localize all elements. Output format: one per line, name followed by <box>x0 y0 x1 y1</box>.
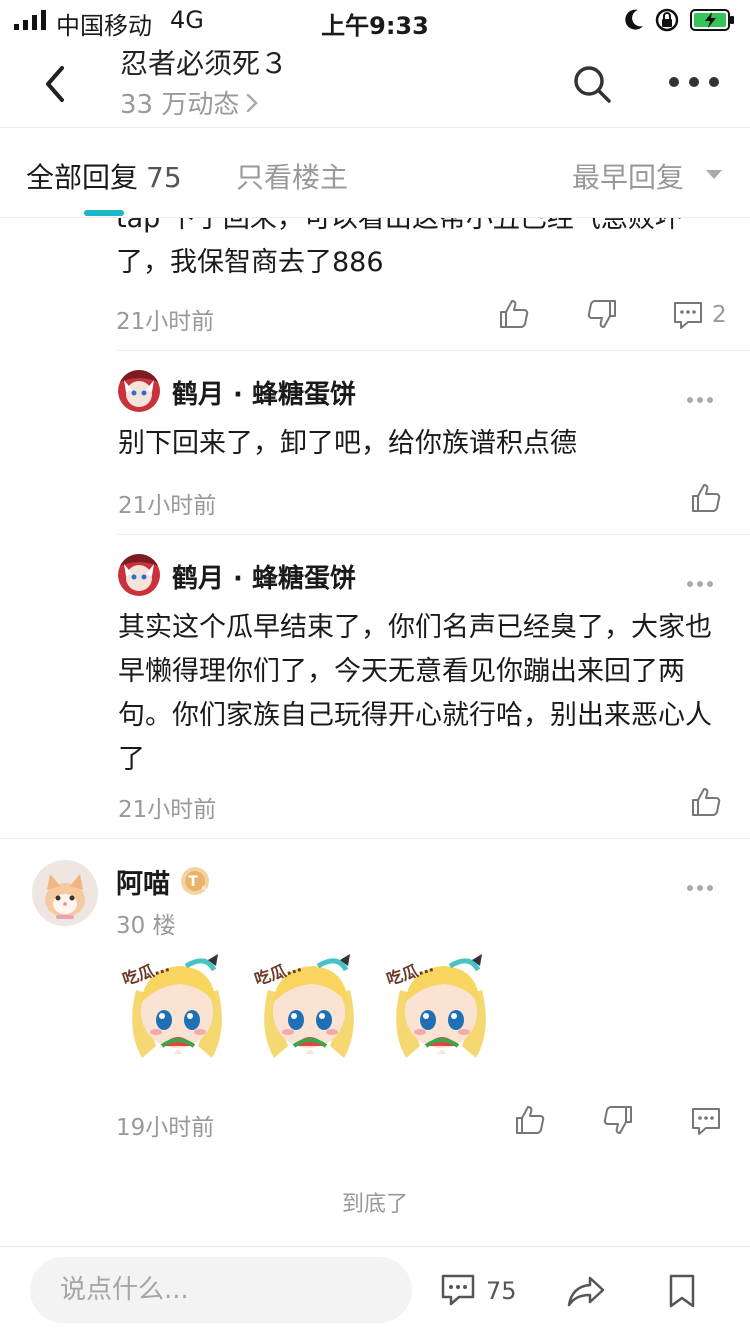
dislike-icon[interactable] <box>602 1104 634 1136</box>
badge-level: 5 <box>201 886 207 896</box>
tab-all-count: 75 <box>146 161 182 194</box>
sub-reply-time: 21小时前 <box>118 493 217 519</box>
more-icon[interactable] <box>668 70 720 94</box>
comment-count: 75 <box>486 1277 517 1305</box>
page-title: 忍者必须死３ <box>120 47 289 80</box>
reply-input[interactable]: 说点什么... <box>30 1257 412 1323</box>
search-icon[interactable] <box>572 64 612 104</box>
sub-reply-text: 别下回来了，卸了吧，给你族谱积点德 <box>118 428 577 459</box>
bottom-action-bar: 说点什么... 75 <box>0 1246 750 1334</box>
comment-icon[interactable] <box>440 1273 476 1307</box>
tab-active-indicator <box>84 210 124 216</box>
bookmark-icon[interactable] <box>668 1273 696 1309</box>
floor-number: 30 楼 <box>116 913 176 939</box>
comment-icon[interactable] <box>672 300 704 330</box>
like-icon[interactable] <box>514 1104 546 1136</box>
chevron-right-icon <box>247 93 259 112</box>
avatar-image <box>32 860 98 926</box>
avatar-image <box>118 370 160 412</box>
comment-icon[interactable] <box>690 1106 722 1136</box>
badge-letter: T <box>188 874 198 890</box>
sub-reply-username[interactable]: 鹤月 · 蜂糖蛋饼 <box>172 374 356 411</box>
more-icon[interactable] <box>686 884 714 892</box>
tab-op-only[interactable]: 只看楼主 <box>236 156 348 196</box>
divider <box>0 838 750 839</box>
tab-all-label: 全部回复 <box>26 161 139 194</box>
like-icon[interactable] <box>498 298 530 330</box>
divider <box>116 534 750 535</box>
sticker-image[interactable]: 吃瓜… <box>248 950 370 1076</box>
dislike-icon[interactable] <box>586 298 618 330</box>
comment-count: 2 <box>712 302 727 328</box>
status-bar: 中国移动 4G 上午9:33 <box>0 0 750 40</box>
dynamics-link[interactable]: 33 万动态 <box>120 84 259 121</box>
sub-reply-username[interactable]: 鹤月 · 蜂糖蛋饼 <box>172 558 356 595</box>
moon-icon <box>625 9 643 30</box>
back-icon[interactable] <box>36 62 76 106</box>
reply-time: 21小时前 <box>116 309 215 335</box>
sticker-image[interactable]: 吃瓜… <box>116 950 238 1076</box>
avatar-image <box>118 554 160 596</box>
divider <box>116 350 750 351</box>
sub-reply-time: 21小时前 <box>118 797 217 823</box>
like-icon[interactable] <box>690 786 722 818</box>
post-username[interactable]: 阿喵 <box>116 862 170 901</box>
post-time: 19小时前 <box>116 1115 215 1141</box>
sticker-image[interactable]: 吃瓜… <box>380 950 502 1076</box>
level-badge-icon: T 5 <box>181 867 209 896</box>
battery-icon <box>690 9 734 31</box>
avatar[interactable] <box>118 370 160 412</box>
reply-list[interactable]: tap 下了回来，可以看出这帮小丑已经气急败坏 了，我保智商去了886 21小时… <box>0 218 750 1246</box>
avatar[interactable] <box>32 860 98 926</box>
like-icon[interactable] <box>690 482 722 514</box>
avatar[interactable] <box>118 554 160 596</box>
more-icon[interactable] <box>686 396 714 404</box>
sort-dropdown[interactable]: 最早回复 <box>572 156 684 196</box>
share-icon[interactable] <box>566 1275 606 1307</box>
nav-header: 忍者必须死３ 33 万动态 <box>0 40 750 128</box>
reply-text-partial: tap 下了回来，可以看出这帮小丑已经气急败坏 <box>116 218 682 234</box>
reply-tabs: 全部回复 75 只看楼主 最早回复 <box>0 128 750 218</box>
end-of-list-label: 到底了 <box>341 1192 408 1217</box>
more-icon[interactable] <box>686 580 714 588</box>
sub-reply-text: 其实这个瓜早结束了，你们名声已经臭了，大家也早懒得理你们了，今天无意看见你蹦出来… <box>118 612 712 775</box>
tab-all-replies[interactable]: 全部回复 75 <box>26 156 182 196</box>
reply-text: 了，我保智商去了886 <box>116 247 384 278</box>
rotation-lock-icon <box>655 8 679 32</box>
caret-down-icon[interactable] <box>706 170 722 179</box>
dynamics-count: 33 万动态 <box>120 90 240 120</box>
